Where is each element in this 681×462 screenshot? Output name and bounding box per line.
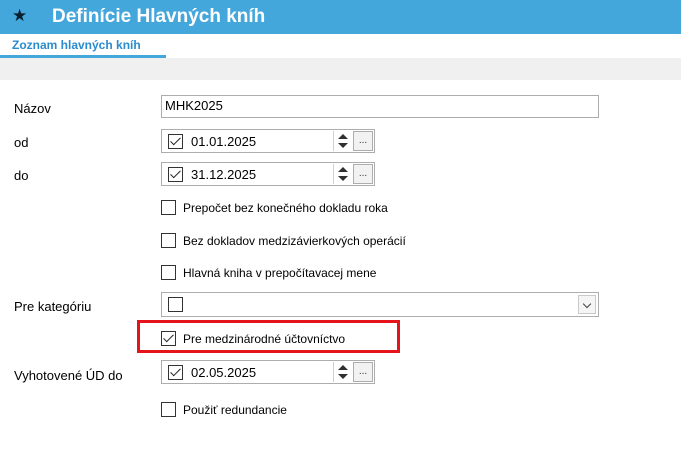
tab-general-ledger-list[interactable]: Zoznam hlavných kníh	[0, 34, 166, 58]
spin-down-icon[interactable]	[338, 374, 348, 379]
category-label: Pre kategóriu	[14, 299, 92, 314]
from-date-ellipsis-button[interactable]: ...	[353, 131, 373, 151]
spin-down-icon[interactable]	[338, 176, 348, 181]
category-checkbox[interactable]	[168, 297, 183, 312]
checkbox-label: Hlavná kniha v prepočítavacej mene	[183, 266, 377, 280]
star-icon[interactable]: ★	[12, 6, 27, 26]
spin-up-icon[interactable]	[338, 167, 348, 172]
to-date-spinner[interactable]	[333, 164, 351, 184]
recalc-currency-checkbox[interactable]: Hlavná kniha v prepočítavacej mene	[161, 264, 461, 282]
to-label: do	[14, 168, 29, 183]
generated-to-spinner[interactable]	[333, 362, 351, 382]
no-intercompany-checkbox[interactable]: Bez dokladov medzizávierkových operácií	[161, 232, 461, 250]
generated-to-label: Vyhotovené ÚD do	[14, 368, 123, 383]
to-date-ellipsis-button[interactable]: ...	[353, 164, 373, 184]
from-date-spinner[interactable]	[333, 131, 351, 151]
tab-label: Zoznam hlavných kníh	[12, 38, 141, 52]
name-label: Názov	[14, 101, 51, 116]
spin-up-icon[interactable]	[338, 134, 348, 139]
to-date-picker[interactable]: 31.12.2025 ...	[161, 162, 375, 186]
category-combobox[interactable]	[161, 292, 599, 317]
generated-to-value: 02.05.2025	[191, 365, 257, 380]
use-redundancy-checkbox[interactable]: Použiť redundancie	[161, 401, 361, 419]
checkbox-box[interactable]	[161, 200, 176, 215]
from-date-value: 01.01.2025	[191, 134, 257, 149]
recalc-without-final-checkbox[interactable]: Prepočet bez konečného dokladu roka	[161, 199, 461, 217]
generated-to-date-picker[interactable]: 02.05.2025 ...	[161, 360, 375, 384]
checkbox-box[interactable]	[161, 233, 176, 248]
from-date-picker[interactable]: 01.01.2025 ...	[161, 129, 375, 153]
generated-to-ellipsis-button[interactable]: ...	[353, 362, 373, 382]
checkbox-box[interactable]	[161, 265, 176, 280]
checkbox-box[interactable]	[161, 402, 176, 417]
to-date-checkbox[interactable]	[168, 167, 183, 182]
spin-up-icon[interactable]	[338, 365, 348, 370]
to-date-value: 31.12.2025	[191, 167, 257, 182]
from-date-checkbox[interactable]	[168, 134, 183, 149]
highlight-box	[137, 320, 400, 353]
tab-strip	[166, 34, 681, 58]
from-label: od	[14, 135, 29, 150]
window-title: Definície Hlavných kníh	[52, 6, 266, 27]
toolbar-strip	[0, 58, 681, 80]
name-input[interactable]: MHK2025	[161, 95, 599, 118]
generated-to-checkbox[interactable]	[168, 365, 183, 380]
checkbox-label: Použiť redundancie	[183, 403, 287, 417]
spin-down-icon[interactable]	[338, 143, 348, 148]
checkbox-label: Bez dokladov medzizávierkových operácií	[183, 234, 406, 248]
checkbox-label: Prepočet bez konečného dokladu roka	[183, 201, 388, 215]
title-bar: ★ Definície Hlavných kníh	[0, 0, 681, 34]
chevron-down-icon[interactable]	[578, 295, 596, 314]
